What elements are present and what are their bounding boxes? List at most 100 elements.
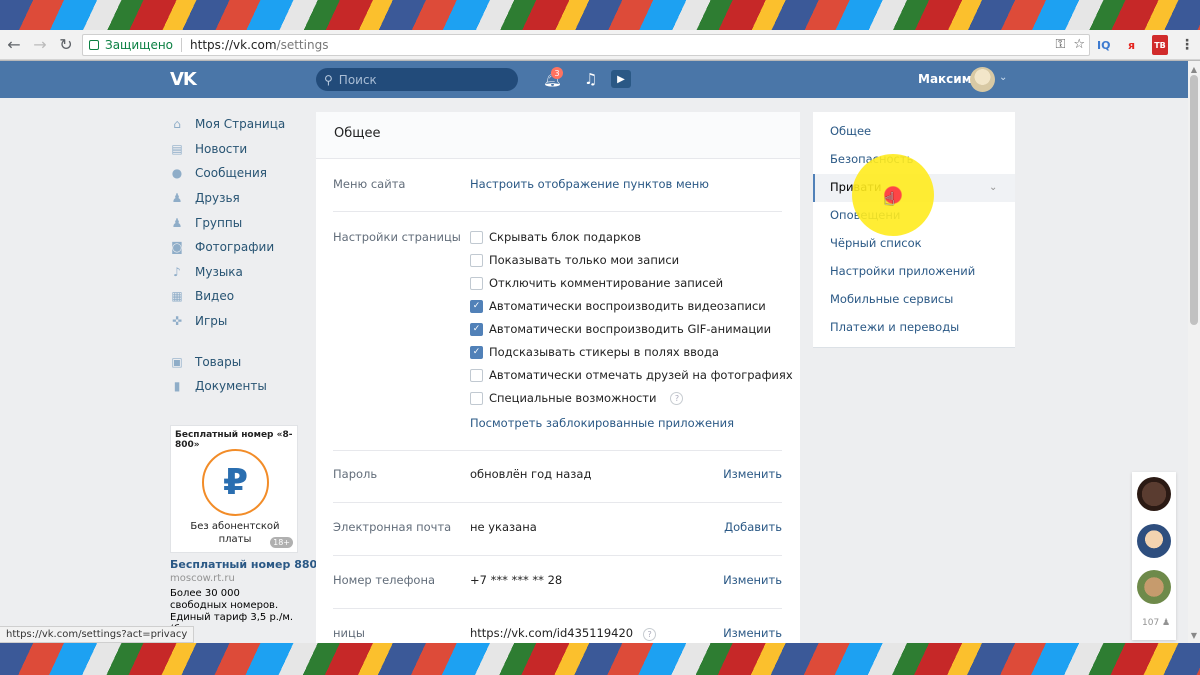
divider bbox=[333, 211, 782, 212]
password-value: обновлён год назад bbox=[470, 467, 592, 481]
checkbox-autoplay-gif[interactable]: ✓ Автоматически воспроизводить GIF-анимац… bbox=[470, 322, 771, 336]
search-input[interactable]: ⚲ Поиск bbox=[316, 68, 518, 91]
ad-link[interactable]: Бесплатный номер 8800 bbox=[170, 558, 325, 571]
checkbox-checked[interactable]: ✓ bbox=[470, 322, 483, 336]
sidebar-item-label: Товары bbox=[195, 354, 242, 369]
user-name[interactable]: Максим bbox=[918, 72, 972, 86]
scrollbar-thumb[interactable] bbox=[1190, 75, 1198, 325]
sidebar-item-label: Музыка bbox=[195, 264, 243, 279]
blocked-apps-link[interactable]: Посмотреть заблокированные приложения bbox=[470, 416, 734, 430]
help-icon[interactable]: ? bbox=[670, 391, 684, 405]
chat-avatar[interactable] bbox=[1137, 524, 1171, 558]
settings-menu-mobile[interactable]: Мобильные сервисы bbox=[830, 292, 953, 306]
scroll-up-icon[interactable]: ▲ bbox=[1188, 63, 1200, 75]
configure-menu-link[interactable]: Настроить отображение пунктов меню bbox=[470, 177, 709, 191]
sidebar-item-label: Фотографии bbox=[195, 240, 275, 255]
add-email-button[interactable]: Добавить bbox=[724, 520, 782, 534]
secure-label: Защищено bbox=[105, 38, 174, 52]
background-collage-bottom bbox=[0, 643, 1200, 675]
chevron-down-icon[interactable]: ⌄ bbox=[999, 72, 1007, 83]
news-icon: ▤ bbox=[171, 141, 183, 156]
left-sidebar: ⌂ Моя Страница ▤ Новости ● Сообщения ♟ Друзь… bbox=[170, 112, 300, 399]
sidebar-item-label: Новости bbox=[195, 141, 248, 156]
checkbox-only-my-posts[interactable]: Показывать только мои записи bbox=[470, 253, 679, 267]
sidebar-item-groups[interactable]: ♟ Группы bbox=[170, 210, 300, 235]
checkbox[interactable] bbox=[470, 391, 483, 405]
online-count-value: 107 bbox=[1142, 618, 1160, 628]
help-icon[interactable]: ? bbox=[643, 628, 657, 641]
checkbox[interactable] bbox=[470, 230, 483, 244]
checkbox-label: Автоматически воспроизводить GIF-анимаци… bbox=[489, 322, 772, 336]
checkbox-checked[interactable]: ✓ bbox=[470, 299, 483, 313]
sidebar-item-friends[interactable]: ♟ Друзья bbox=[170, 186, 300, 211]
avatar[interactable] bbox=[970, 67, 995, 92]
password-label: Пароль bbox=[333, 467, 378, 481]
sidebar-item-documents[interactable]: ▮ Документы bbox=[170, 374, 300, 399]
settings-menu-payments[interactable]: Платежи и переводы bbox=[830, 320, 959, 334]
change-phone-button[interactable]: Изменить bbox=[723, 573, 782, 587]
checkbox-tag-friends[interactable]: Автоматически отмечать друзей на фотогра… bbox=[470, 368, 793, 382]
sidebar-item-my-page[interactable]: ⌂ Моя Страница bbox=[170, 112, 300, 137]
search-placeholder: Поиск bbox=[338, 72, 377, 87]
settings-menu-apps[interactable]: Настройки приложений bbox=[830, 264, 975, 278]
checkbox[interactable] bbox=[470, 276, 483, 290]
page-content: ⌂ Моя Страница ▤ Новости ● Сообщения ♟ Друзь… bbox=[0, 98, 1188, 643]
online-count: 107 ♟ bbox=[1142, 618, 1171, 628]
notification-badge: 3 bbox=[551, 67, 563, 79]
phone-value: +7 *** *** ** 28 bbox=[470, 573, 563, 587]
age-badge: 18+ bbox=[270, 537, 293, 548]
extension-tv[interactable]: ТВ bbox=[1152, 35, 1168, 55]
checkbox-accessibility[interactable]: Специальные возможности? bbox=[470, 391, 684, 405]
extension-yandex[interactable]: я bbox=[1128, 35, 1135, 55]
ad-domain: moscow.rt.ru bbox=[170, 573, 235, 584]
ruble-icon: ₽ bbox=[202, 449, 269, 516]
sidebar-item-photos[interactable]: ◙ Фотографии bbox=[170, 235, 300, 260]
sidebar-item-music[interactable]: ♪ Музыка bbox=[170, 260, 300, 285]
address-bar[interactable]: Защищено https://vk.com /settings ⚿ ☆ bbox=[82, 34, 1090, 56]
checkbox-suggest-stickers[interactable]: ✓ Подсказывать стикеры в полях ввода bbox=[470, 345, 719, 359]
sidebar-item-games[interactable]: ✜ Игры bbox=[170, 309, 300, 334]
chevron-down-icon: ⌄ bbox=[989, 182, 998, 193]
sidebar-item-messages[interactable]: ● Сообщения bbox=[170, 161, 300, 186]
checkbox-hide-gifts[interactable]: Скрывать блок подарков bbox=[470, 230, 641, 244]
checkbox-checked[interactable]: ✓ bbox=[470, 345, 483, 359]
back-icon[interactable]: ← bbox=[2, 33, 26, 57]
forward-icon[interactable]: → bbox=[28, 33, 52, 57]
sidebar-item-news[interactable]: ▤ Новости bbox=[170, 137, 300, 162]
page-scrollbar[interactable]: ▲ ▼ bbox=[1188, 61, 1200, 643]
extension-iq[interactable]: IQ bbox=[1097, 35, 1110, 55]
key-icon[interactable]: ⚿ bbox=[1055, 37, 1065, 52]
chat-avatar[interactable] bbox=[1137, 570, 1171, 604]
play-icon[interactable]: ▶ bbox=[611, 70, 631, 88]
change-address-button[interactable]: Изменить bbox=[723, 626, 782, 640]
sidebar-item-video[interactable]: ▦ Видео bbox=[170, 284, 300, 309]
sidebar-item-label: Игры bbox=[195, 314, 228, 329]
reload-icon[interactable]: ↻ bbox=[54, 33, 78, 57]
divider bbox=[333, 608, 782, 609]
divider bbox=[333, 555, 782, 556]
scroll-down-icon[interactable]: ▼ bbox=[1188, 629, 1200, 641]
checkbox[interactable] bbox=[470, 253, 483, 267]
status-bar-url: https://vk.com/settings?act=privacy bbox=[0, 626, 195, 643]
change-password-button[interactable]: Изменить bbox=[723, 467, 782, 481]
vk-logo[interactable]: VK bbox=[170, 69, 200, 90]
sidebar-item-goods[interactable]: ▣ Товары bbox=[170, 349, 300, 374]
settings-menu-blacklist[interactable]: Чёрный список bbox=[830, 236, 922, 250]
checkbox-autoplay-video[interactable]: ✓ Автоматически воспроизводить видеозапис… bbox=[470, 299, 766, 313]
star-icon[interactable]: ☆ bbox=[1073, 37, 1085, 52]
browser-menu-icon[interactable]: ⋮ bbox=[1180, 35, 1194, 55]
settings-menu-general[interactable]: Общее bbox=[830, 124, 871, 138]
sidebar-item-label: Документы bbox=[195, 379, 267, 394]
checkbox[interactable] bbox=[470, 368, 483, 382]
music-icon[interactable]: ♫ bbox=[584, 70, 597, 88]
menu-settings-label: Меню сайта bbox=[333, 177, 406, 191]
chat-avatar[interactable] bbox=[1137, 477, 1171, 511]
ad-block[interactable]: Бесплатный номер «8-800» ₽ Без абонентск… bbox=[170, 425, 298, 553]
page-title: Общее bbox=[316, 112, 800, 159]
messages-icon: ● bbox=[171, 166, 183, 181]
checkbox-label: Показывать только мои записи bbox=[489, 253, 680, 267]
checkbox-disable-comments[interactable]: Отключить комментирование записей bbox=[470, 276, 723, 290]
sidebar-item-label: Группы bbox=[195, 215, 243, 230]
sidebar-item-label: Сообщения bbox=[195, 166, 268, 181]
